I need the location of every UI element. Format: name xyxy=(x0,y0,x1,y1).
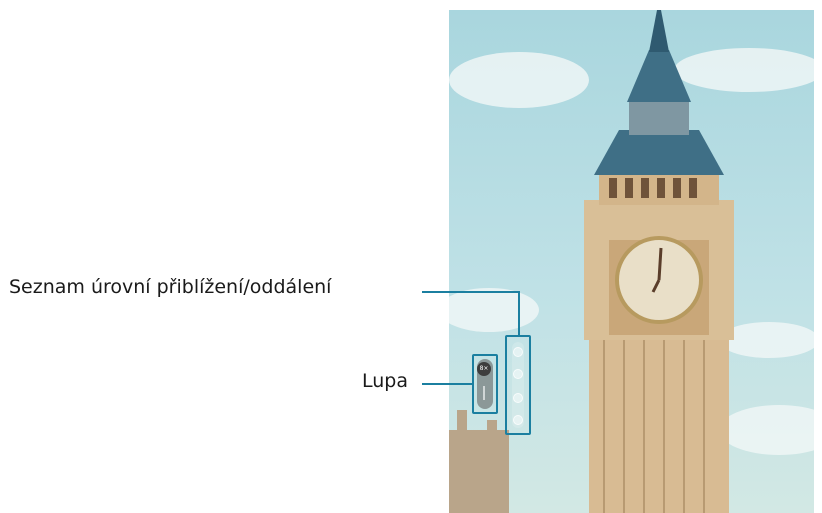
zoom-level-1[interactable] xyxy=(513,347,523,357)
big-ben-image xyxy=(449,10,814,513)
zoom-level-4[interactable] xyxy=(513,415,523,425)
magnifier-drag-handle[interactable] xyxy=(483,386,485,400)
magnifier-zoom-badge: 8× xyxy=(477,362,491,376)
camera-preview-photo xyxy=(449,10,814,513)
zoom-level-3[interactable] xyxy=(513,393,523,403)
magnifier-leader xyxy=(422,383,473,385)
zoom-levels-leader-vertical xyxy=(518,291,520,336)
zoom-levels-leader-horizontal xyxy=(422,291,520,293)
magnifier-callout-label: Lupa xyxy=(362,370,408,392)
zoom-levels-callout-label: Seznam úrovní přiblížení/oddálení xyxy=(9,276,332,298)
zoom-level-2[interactable] xyxy=(513,369,523,379)
zoom-level-list[interactable] xyxy=(505,335,531,435)
magnifier-control[interactable]: 8× xyxy=(472,354,498,414)
